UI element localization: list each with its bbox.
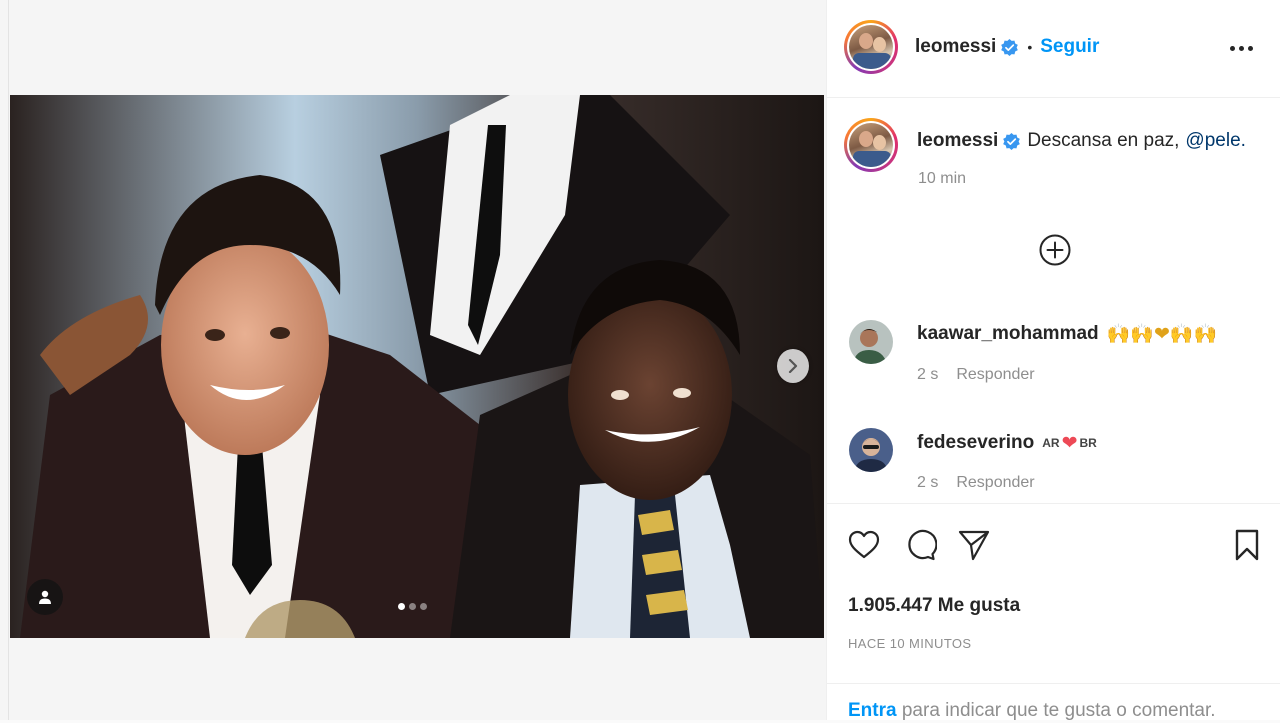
avatar [849, 25, 893, 69]
carousel-dot [420, 603, 427, 610]
action-bar [827, 503, 1280, 587]
login-prompt-text: para indicar que te gusta o comentar. [896, 700, 1216, 721]
flag-ar: AR [1042, 436, 1060, 450]
story-avatar-ring[interactable] [844, 20, 898, 74]
caption-avatar-ring[interactable] [844, 118, 898, 172]
avatar[interactable] [849, 428, 893, 472]
more-icon [1230, 45, 1235, 51]
commenter-photo [849, 428, 893, 472]
reply-button[interactable]: Responder [956, 366, 1034, 384]
share-send-icon[interactable] [957, 528, 991, 562]
separator-dot: • [1027, 39, 1033, 55]
verified-badge-icon [1001, 38, 1019, 56]
post-media-area [0, 0, 826, 720]
post-side-panel: leomessi • Seguir leomessi Descansa en p… [826, 0, 1280, 723]
carousel-dot-active [398, 603, 405, 610]
avatar [849, 123, 893, 167]
caption: leomessi Descansa en paz, @pele. 10 min [827, 118, 1280, 198]
caption-username[interactable]: leomessi [917, 130, 998, 152]
more-options-button[interactable] [1230, 38, 1256, 58]
like-heart-icon[interactable] [847, 528, 881, 562]
comment-time[interactable]: 2 s [917, 474, 938, 492]
carousel-indicator [398, 603, 427, 610]
commenter-photo [849, 320, 893, 364]
comment-time[interactable]: 2 s [917, 366, 938, 384]
caption-text: Descansa en paz, [1027, 130, 1180, 151]
reply-button[interactable]: Responder [956, 474, 1034, 492]
comment-item: kaawar_mohammad 🙌🙌❤🙌🙌 2 s Responder [827, 320, 1280, 390]
save-bookmark-icon[interactable] [1230, 528, 1264, 562]
carousel-dot [409, 603, 416, 610]
verified-badge-icon [1003, 132, 1021, 150]
comment-item: fedeseverino AR ❤ BR 2 s Responder [827, 428, 1280, 498]
comment-text: 🙌🙌❤🙌🙌 [1106, 323, 1218, 345]
post-header: leomessi • Seguir [827, 0, 1280, 98]
chevron-right-icon [788, 359, 798, 373]
caption-time[interactable]: 10 min [918, 170, 966, 188]
comment-meta: 2 s Responder [917, 474, 1035, 492]
load-more-comments-icon[interactable] [1038, 233, 1072, 267]
post-timestamp: HACE 10 MINUTOS [848, 636, 972, 651]
post-photo[interactable] [10, 95, 824, 638]
user-icon [39, 590, 51, 604]
divider [8, 0, 9, 720]
avatar[interactable] [849, 320, 893, 364]
comment-meta: 2 s Responder [917, 366, 1035, 384]
tagged-users-button[interactable] [27, 579, 63, 615]
login-prompt: Entra para indicar que te gusta o coment… [827, 683, 1280, 723]
next-slide-button[interactable] [777, 349, 809, 383]
mention-link[interactable]: @pele. [1185, 130, 1246, 152]
photo-illustration [10, 95, 824, 638]
heart-emoji: ❤ [1061, 432, 1078, 454]
login-link[interactable]: Entra [848, 700, 897, 721]
flag-br: BR [1079, 436, 1097, 450]
comment-username[interactable]: fedeseverino [917, 432, 1034, 454]
follow-button[interactable]: Seguir [1040, 36, 1099, 58]
comment-username[interactable]: kaawar_mohammad [917, 323, 1099, 345]
likes-count[interactable]: 1.905.447 Me gusta [848, 595, 1020, 617]
header-username[interactable]: leomessi [915, 36, 996, 58]
comment-bubble-icon[interactable] [903, 528, 937, 562]
